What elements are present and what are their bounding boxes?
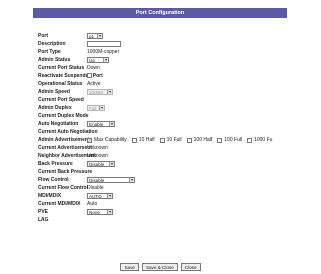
adv-option-label: 1000 Fu <box>254 137 273 143</box>
adv-option-label: 100 Half <box>193 137 213 143</box>
admin-duplex-label: Admin Duplex <box>38 105 72 111</box>
description-input[interactable] <box>87 41 121 47</box>
current-port-status-value: Down <box>87 65 100 71</box>
adv-checkbox[interactable] <box>217 138 223 143</box>
adv-option-100-half[interactable]: 100 Half <box>186 137 213 144</box>
chevron-down-icon: ▼ <box>107 209 112 214</box>
chevron-down-icon: ▼ <box>107 89 112 94</box>
admin-duplex-select-value: Full <box>89 105 97 111</box>
adv-option-label: Max Capability <box>94 137 127 143</box>
back-pressure-label: Back Pressure <box>38 161 73 167</box>
admin-duplex-select[interactable]: Full ▼ <box>87 105 105 111</box>
auto-negotiation-select-value: Enable <box>89 121 104 127</box>
port-label: Port <box>38 33 48 39</box>
admin-status-select[interactable]: Up ▼ <box>87 57 109 63</box>
chevron-down-icon: ▼ <box>103 57 108 62</box>
adv-option-10-half[interactable]: 10 Half <box>131 137 155 144</box>
current-mdi-mdix-label: Current MDI/MDIX <box>38 201 81 207</box>
adv-option-label: 10 Full <box>166 137 182 143</box>
neighbor-advertisement-value: Unknown <box>87 153 108 159</box>
flow-control-select[interactable]: Disable ▼ <box>87 177 135 183</box>
adv-option-label: 100 Full <box>224 137 243 143</box>
admin-status-label: Admin Status <box>38 57 71 63</box>
chevron-down-icon: ▼ <box>97 33 102 38</box>
operational-status-value: Active <box>87 81 101 87</box>
port-type-value: 1000M-copper <box>87 49 120 55</box>
back-pressure-select[interactable]: Disable ▼ <box>87 161 115 167</box>
check-icon[interactable]: ✓ <box>87 138 92 143</box>
adv-checkbox[interactable] <box>131 138 137 143</box>
auto-negotiation-label: Auto Negotiation <box>38 121 79 127</box>
adv-checkbox[interactable] <box>247 138 253 143</box>
reactivate-suspended-port-checkbox[interactable] <box>87 73 92 78</box>
page-title: Port Configuration <box>135 10 185 16</box>
admin-advertisement-label: Admin Advertisement <box>38 137 90 143</box>
operational-status-label: Operational Status <box>38 81 83 87</box>
auto-negotiation-select[interactable]: Enable ▼ <box>87 121 115 127</box>
flow-control-label: Flow Control <box>38 177 69 183</box>
current-duplex-mode-label: Current Duplex Mode <box>38 113 89 119</box>
current-flow-control-label: Current Flow Control <box>38 185 88 191</box>
port-select-value: g1 <box>89 33 95 39</box>
pve-select-value: None <box>89 209 100 215</box>
close-button[interactable]: Close <box>180 263 201 271</box>
adv-checkbox[interactable] <box>186 138 192 143</box>
admin-speed-select-value: 1000M <box>89 89 104 95</box>
current-port-speed-label: Current Port Speed <box>38 97 84 103</box>
adv-option-max-capability[interactable]: ✓ Max Capability <box>87 137 127 144</box>
save-button[interactable]: Save <box>120 263 139 271</box>
adv-option-10-full[interactable]: 10 Full <box>159 137 182 144</box>
save-close-button[interactable]: Save & Close <box>141 263 178 271</box>
adv-checkbox[interactable] <box>159 138 165 143</box>
current-back-pressure-label: Current Back Pressure <box>38 169 93 175</box>
chevron-down-icon: ▼ <box>129 177 134 182</box>
current-advertisement-label: Current Advertisement <box>38 145 92 151</box>
mdi-mdix-label: MDI/MDIX <box>38 193 62 199</box>
chevron-down-icon: ▼ <box>107 193 112 198</box>
mdi-mdix-select[interactable]: AUTO ▼ <box>87 193 113 199</box>
adv-option-label: 10 Half <box>138 137 155 143</box>
port-select[interactable]: g1 ▼ <box>87 33 103 39</box>
chevron-down-icon: ▼ <box>109 121 114 126</box>
pve-select[interactable]: None ▼ <box>87 209 113 215</box>
page-title-banner: Port Configuration <box>33 8 287 18</box>
admin-speed-select[interactable]: 1000M ▼ <box>87 89 113 95</box>
adv-option-100-full[interactable]: 100 Full <box>217 137 242 144</box>
description-label: Description <box>38 41 66 47</box>
action-buttons: Save Save & Close Close <box>0 263 321 271</box>
admin-status-select-value: Up <box>89 57 95 63</box>
reactivate-suspended-port-label: Reactivate Suspended Port <box>38 73 103 79</box>
admin-speed-label: Admin Speed <box>38 89 70 95</box>
chevron-down-icon: ▼ <box>109 161 114 166</box>
back-pressure-select-value: Disable <box>89 161 105 167</box>
port-type-label: Port Type <box>38 49 61 55</box>
current-advertisement-value: Unknown <box>87 145 108 151</box>
mdi-mdix-select-value: AUTO <box>89 193 102 199</box>
adv-option-1000-full[interactable]: 1000 Fu <box>247 137 272 144</box>
current-flow-control-value: Disable <box>87 185 104 191</box>
flow-control-select-value: Disable <box>89 177 105 183</box>
pve-label: PVE <box>38 209 49 215</box>
lag-label: LAG <box>38 217 49 223</box>
row-admin-advertisement: Admin Advertisement ✓ Max Capability 10 … <box>38 137 321 144</box>
current-auto-negotiation-label: Current Auto Negotiation <box>38 129 98 135</box>
current-mdi-mdix-value: Auto <box>87 201 98 207</box>
chevron-down-icon: ▼ <box>99 105 104 110</box>
current-port-status-label: Current Port Status <box>38 65 85 71</box>
